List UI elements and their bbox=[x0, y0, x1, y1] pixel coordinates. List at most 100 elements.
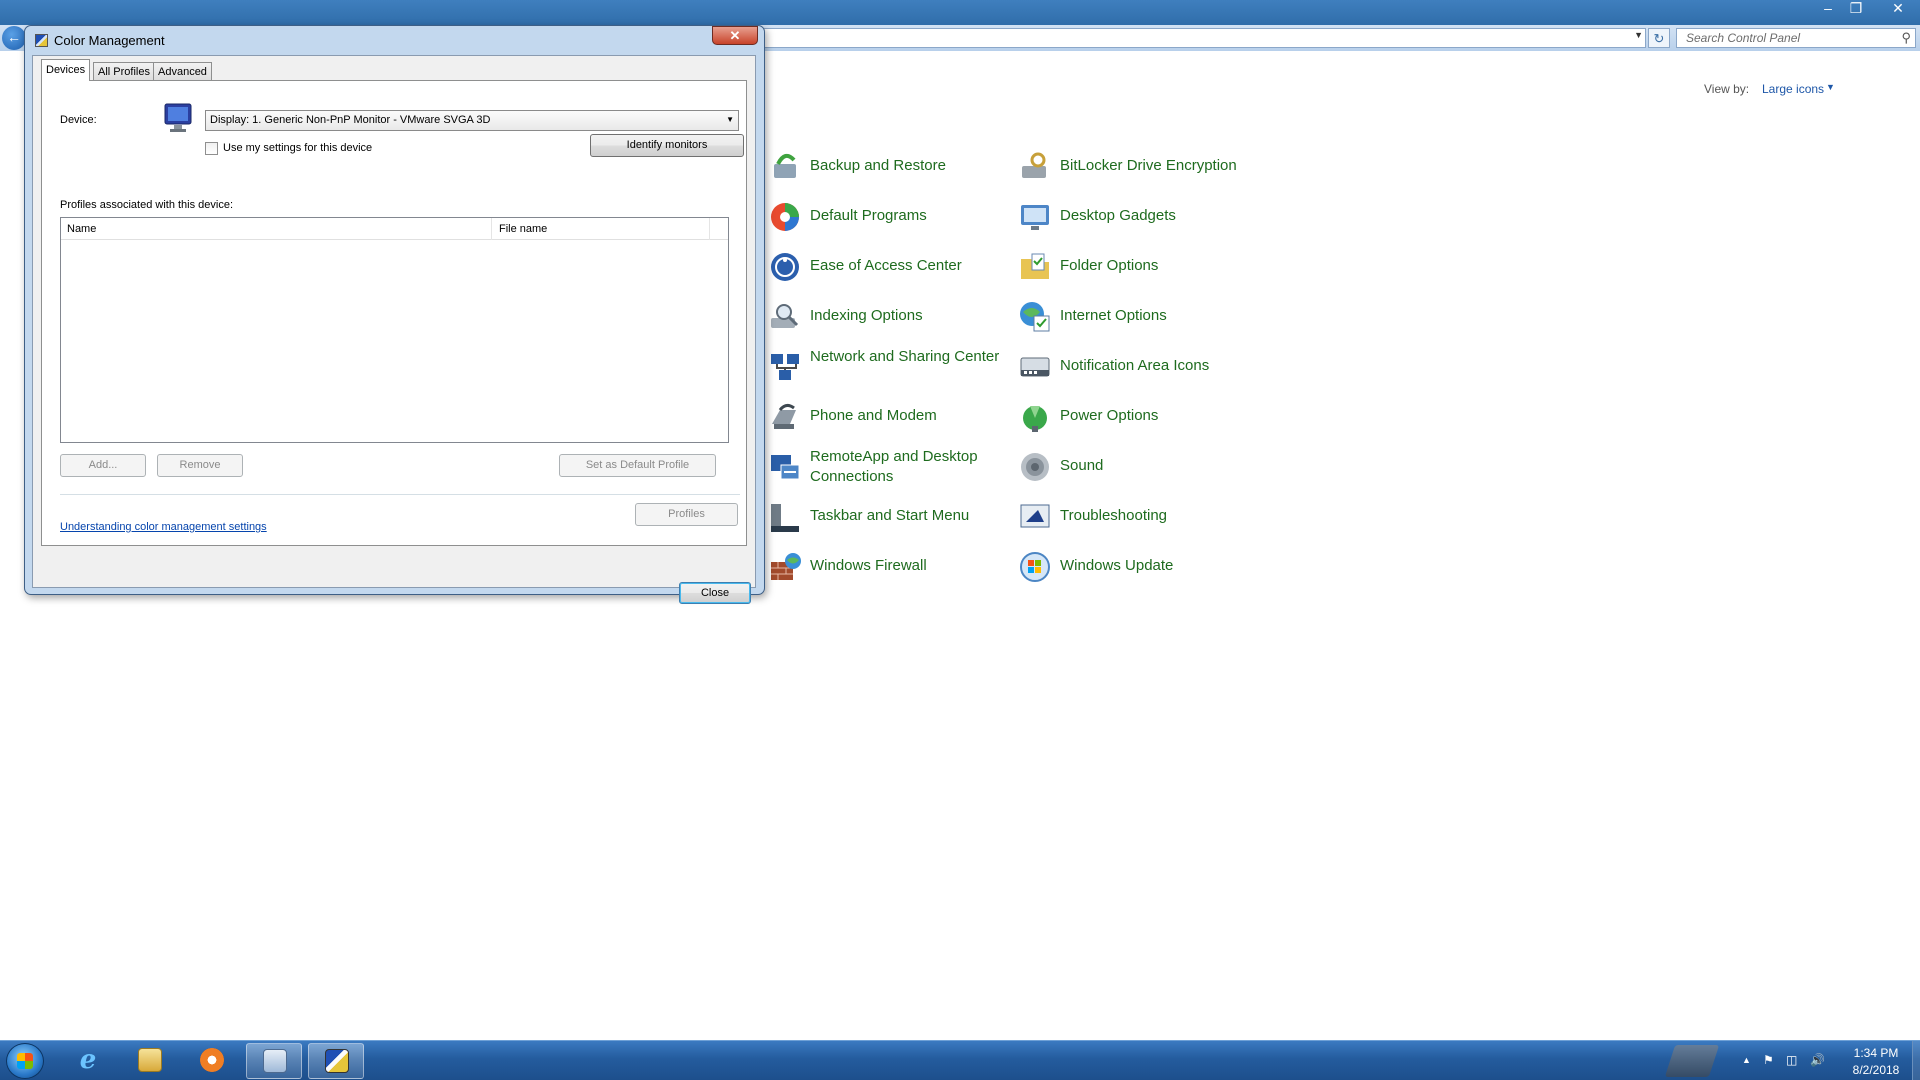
chevron-down-icon[interactable]: ▼ bbox=[726, 115, 734, 124]
cp-item-indexing-options[interactable]: Indexing Options bbox=[768, 297, 1013, 343]
remove-button[interactable]: Remove bbox=[157, 454, 243, 477]
power-options-icon bbox=[1023, 406, 1047, 432]
cp-item-power-options[interactable]: Power Options bbox=[1018, 397, 1263, 443]
cp-item-ease-of-access[interactable]: Ease of Access Center bbox=[768, 247, 1013, 293]
cp-item-label: Phone and Modem bbox=[810, 407, 937, 424]
default-programs-icon bbox=[771, 203, 799, 231]
taskbar-file-explorer[interactable] bbox=[122, 1043, 178, 1079]
taskbar-color-management[interactable] bbox=[308, 1043, 364, 1079]
folder-options-icon bbox=[1021, 253, 1049, 279]
cp-item-notification-area[interactable]: Notification Area Icons bbox=[1018, 347, 1263, 393]
column-header-name[interactable]: Name bbox=[67, 223, 96, 235]
show-desktop-button[interactable] bbox=[1912, 1041, 1920, 1080]
windows-logo-icon bbox=[17, 1053, 33, 1069]
windows-firewall-icon bbox=[771, 553, 801, 580]
taskbar-media-player[interactable] bbox=[184, 1043, 240, 1079]
minimize-icon[interactable]: – bbox=[1814, 0, 1842, 18]
ease-of-access-icon bbox=[771, 253, 799, 281]
device-dropdown-value: Display: 1. Generic Non-PnP Monitor - VM… bbox=[210, 114, 491, 126]
chevron-down-icon[interactable]: ▼ bbox=[1634, 30, 1643, 40]
start-button[interactable] bbox=[6, 1043, 44, 1079]
close-button[interactable]: Close bbox=[679, 582, 751, 604]
cp-item-windows-firewall[interactable]: Windows Firewall bbox=[768, 547, 1013, 593]
tab-all-profiles[interactable]: All Profiles bbox=[93, 62, 155, 81]
color-management-icon bbox=[35, 34, 48, 47]
column-divider[interactable] bbox=[491, 218, 492, 240]
cp-item-label: Internet Options bbox=[1060, 307, 1167, 324]
cp-item-troubleshooting[interactable]: Troubleshooting bbox=[1018, 497, 1263, 543]
show-hidden-icons-icon[interactable]: ▲ bbox=[1742, 1055, 1751, 1065]
cp-item-windows-update[interactable]: Windows Update bbox=[1018, 547, 1263, 593]
cp-item-label: Windows Update bbox=[1060, 557, 1174, 574]
maximize-icon[interactable]: ❐ bbox=[1842, 0, 1870, 18]
column-header-file-name[interactable]: File name bbox=[499, 223, 547, 235]
cp-item-remoteapp[interactable]: RemoteApp and Desktop Connections bbox=[768, 447, 1013, 493]
cp-item-backup-restore[interactable]: Backup and Restore bbox=[768, 147, 1013, 193]
taskbar-control-panel[interactable] bbox=[246, 1043, 302, 1079]
refresh-icon[interactable]: ↻ bbox=[1648, 28, 1670, 48]
network-sharing-icon bbox=[771, 354, 799, 380]
set-default-profile-button[interactable]: Set as Default Profile bbox=[559, 454, 716, 477]
cp-item-label: BitLocker Drive Encryption bbox=[1060, 157, 1237, 174]
close-icon[interactable]: ✕ bbox=[1880, 0, 1916, 18]
color-management-dialog: Color Management ✕ Devices All Profiles … bbox=[24, 25, 765, 604]
monitor-icon bbox=[164, 103, 192, 132]
cp-item-desktop-gadgets[interactable]: Desktop Gadgets bbox=[1018, 197, 1263, 243]
chevron-down-icon[interactable]: ▼ bbox=[1826, 82, 1835, 92]
internet-explorer-icon: e bbox=[79, 1045, 97, 1075]
device-dropdown[interactable]: Display: 1. Generic Non-PnP Monitor - VM… bbox=[205, 110, 739, 131]
view-by-dropdown[interactable]: Large icons bbox=[1762, 82, 1824, 96]
profiles-associated-label: Profiles associated with this device: bbox=[60, 199, 234, 211]
cp-item-internet-options[interactable]: Internet Options bbox=[1018, 297, 1263, 343]
help-link[interactable]: Understanding color management settings bbox=[60, 521, 267, 533]
cp-item-label: Indexing Options bbox=[810, 307, 923, 324]
clock-time[interactable]: 1:34 PM bbox=[1846, 1046, 1906, 1060]
profiles-list-header: Name File name bbox=[61, 218, 728, 240]
desktop-gadgets-icon bbox=[1021, 205, 1049, 230]
cp-item-label: Taskbar and Start Menu bbox=[810, 507, 970, 524]
cp-item-taskbar-start[interactable]: Taskbar and Start Menu bbox=[768, 497, 1013, 543]
cp-item-default-programs[interactable]: Default Programs bbox=[768, 197, 1013, 243]
dialog-titlebar[interactable]: Color Management ✕ bbox=[25, 26, 764, 52]
devices-tab-panel: Device: Display: 1. Generic Non-PnP Moni… bbox=[41, 80, 747, 546]
network-icon[interactable]: ◫ bbox=[1786, 1053, 1797, 1067]
color-management-icon bbox=[325, 1049, 349, 1073]
tab-devices[interactable]: Devices bbox=[41, 59, 91, 81]
close-icon[interactable]: ✕ bbox=[712, 26, 758, 45]
cp-item-label: Folder Options bbox=[1060, 257, 1159, 274]
troubleshooting-icon bbox=[1020, 504, 1050, 528]
sound-icon bbox=[1021, 453, 1049, 481]
bitlocker-icon bbox=[1022, 152, 1046, 178]
folder-icon bbox=[138, 1048, 162, 1072]
address-bar[interactable]: ▼ bbox=[760, 28, 1646, 48]
use-settings-label[interactable]: Use my settings for this device bbox=[223, 142, 372, 154]
clock-date[interactable]: 8/2/2018 bbox=[1844, 1063, 1908, 1077]
cp-item-label: Desktop Gadgets bbox=[1060, 207, 1176, 224]
windows-update-icon bbox=[1020, 552, 1050, 582]
add-button[interactable]: Add... bbox=[60, 454, 146, 477]
taskbar: e ▲ ⚑ ◫ 🔊 1:34 PM 8/2/2018 bbox=[0, 1040, 1920, 1080]
profiles-list[interactable]: Name File name bbox=[60, 217, 729, 443]
profiles-button[interactable]: Profiles bbox=[635, 503, 738, 526]
search-input[interactable]: Search Control Panel ⚲ bbox=[1676, 28, 1916, 48]
identify-monitors-button[interactable]: Identify monitors bbox=[590, 134, 744, 157]
cp-item-network-sharing[interactable]: Network and Sharing Center bbox=[768, 347, 1013, 393]
taskbar-start-icon bbox=[771, 504, 799, 532]
taskbar-internet-explorer[interactable]: e bbox=[60, 1043, 116, 1079]
divider bbox=[60, 494, 740, 495]
book-icon[interactable] bbox=[1664, 1045, 1720, 1077]
use-settings-checkbox[interactable] bbox=[205, 142, 218, 155]
tab-advanced[interactable]: Advanced bbox=[153, 62, 212, 81]
volume-icon[interactable]: 🔊 bbox=[1810, 1053, 1825, 1067]
notification-area-icon bbox=[1020, 357, 1050, 377]
search-icon[interactable]: ⚲ bbox=[1901, 30, 1911, 46]
cp-item-label: Ease of Access Center bbox=[810, 257, 962, 274]
cp-item-phone-modem[interactable]: Phone and Modem bbox=[768, 397, 1013, 443]
cp-item-folder-options[interactable]: Folder Options bbox=[1018, 247, 1263, 293]
cp-item-sound[interactable]: Sound bbox=[1018, 447, 1263, 493]
cp-item-label: Notification Area Icons bbox=[1060, 357, 1210, 374]
back-button[interactable]: ← bbox=[2, 26, 26, 50]
column-divider[interactable] bbox=[709, 218, 710, 240]
action-center-flag-icon[interactable]: ⚑ bbox=[1763, 1053, 1774, 1067]
cp-item-bitlocker[interactable]: BitLocker Drive Encryption bbox=[1018, 147, 1263, 193]
